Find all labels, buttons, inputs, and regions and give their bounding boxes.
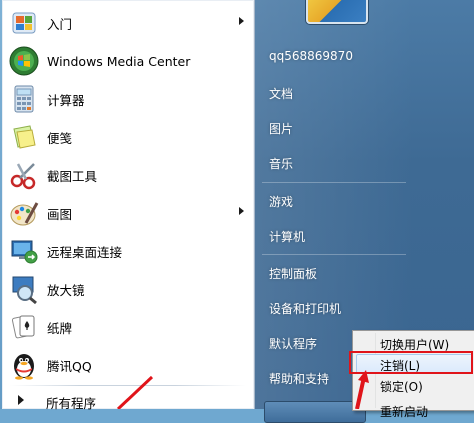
annotation-arrows — [116, 370, 369, 409]
red-arrow-icon — [116, 375, 154, 409]
red-arrow-icon — [355, 370, 369, 409]
